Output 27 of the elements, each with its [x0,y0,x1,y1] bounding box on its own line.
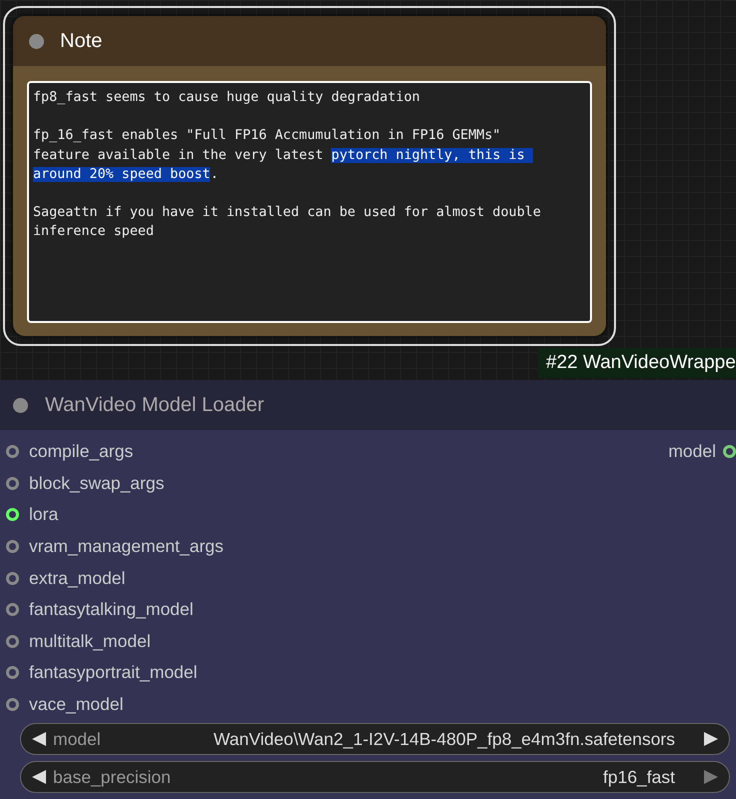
input-label: lora [29,504,58,526]
input-label: multitalk_model [29,630,151,652]
output-label: model [668,441,716,462]
combo-widget[interactable]: base_precision fp16_fast [20,761,730,794]
combo-widget[interactable]: model WanVideo\Wan2_1-I2V-14B-480P_fp8_e4m3fn.safetensors [20,723,730,756]
note-text: fp_16_fast enables "Full FP16 Accmumulation in FP16 GEMMs" [33,128,501,144]
node-title: Note [60,30,102,52]
input-label: extra_model [29,568,126,589]
note-text: Sageattn if you have it installed can be used for almost double [33,205,541,220]
note-text: feature available in the very latest [33,148,324,163]
input-label: block_swap_args [29,472,164,494]
note-text: . [210,166,218,182]
widget-label: base_precision [53,766,171,788]
widget-value: fp16_fast [603,766,675,788]
input-label: fantasyportrait_model [29,662,198,684]
input-label: vram_management_args [29,536,224,558]
widget-value: WanVideo\Wan2_1-I2V-14B-480P_fp8_e4m3fn.safetensors [214,728,675,750]
selected-text: around 20% speed boost [33,166,210,182]
node-badge: #22 WanVideoWrappe [538,348,736,378]
note-text: fp8_fast seems to cause huge quality degradation [33,90,420,105]
selected-text: pytorch nightly, this is [331,148,533,163]
note-text: inference speed [33,224,154,240]
widget-label: model [53,728,101,750]
node-title: WanVideo Model Loader [45,394,264,416]
input-label: compile_args [29,441,134,462]
input-label: vace_model [29,694,124,716]
input-label: fantasytalking_model [29,599,194,620]
